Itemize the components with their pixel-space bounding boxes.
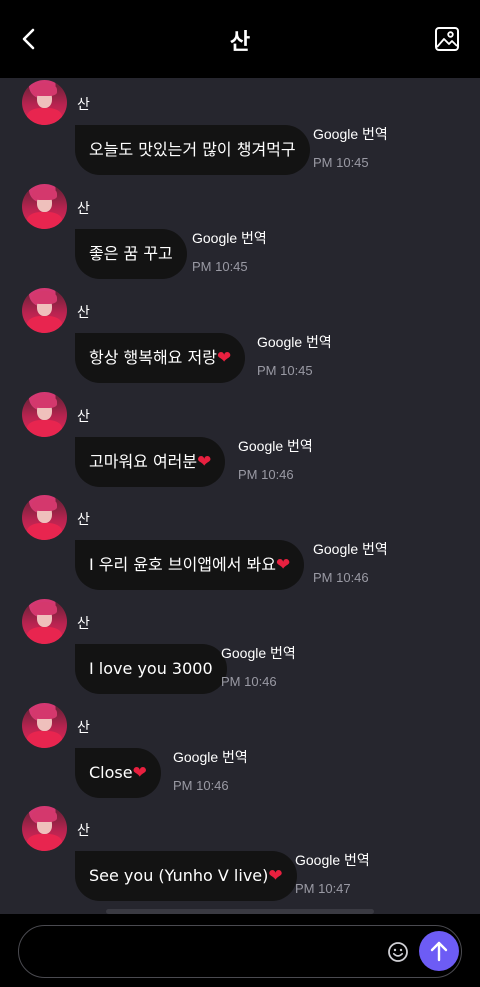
gallery-button[interactable]	[434, 26, 460, 52]
message-item: 산 좋은 꿈 꾸고 Google 번역 PM 10:45	[0, 184, 480, 288]
message-bubble[interactable]: Close❤	[75, 748, 161, 798]
message-item: 산 I love you 3000 Google 번역 PM 10:46	[0, 599, 480, 703]
message-input-box[interactable]	[18, 925, 462, 978]
heart-icon: ❤	[197, 452, 212, 472]
message-item: 산 고마워요 여러분❤ Google 번역 PM 10:46	[0, 392, 480, 496]
message-bubble[interactable]: I love you 3000	[75, 644, 227, 694]
message-item: 산 항상 행복해요 저랑❤ Google 번역 PM 10:45	[0, 288, 480, 392]
message-time: PM 10:46	[221, 674, 277, 689]
message-text: 오늘도 맛있는거 많이 챙겨먹구	[89, 140, 296, 159]
send-button[interactable]	[419, 931, 459, 971]
avatar[interactable]	[22, 80, 67, 125]
sender-name: 산	[77, 201, 90, 217]
google-translate-link[interactable]: Google 번역	[295, 850, 370, 870]
google-translate-link[interactable]: Google 번역	[173, 747, 248, 767]
message-text: Close	[89, 763, 133, 782]
avatar[interactable]	[22, 288, 67, 333]
message-item: 산 Close❤ Google 번역 PM 10:46	[0, 703, 480, 807]
message-time: PM 10:45	[257, 363, 313, 378]
message-text: 고마워요 여러분	[89, 452, 198, 471]
heart-icon: ❤	[216, 348, 232, 368]
google-translate-link[interactable]: Google 번역	[313, 539, 388, 559]
message-time: PM 10:45	[313, 155, 369, 170]
sender-name: 산	[77, 512, 90, 528]
message-text: 항상 행복해요 저랑	[89, 348, 217, 367]
message-bubble[interactable]: See you (Yunho V live)❤	[75, 851, 297, 901]
avatar[interactable]	[22, 703, 67, 748]
message-bubble[interactable]: 고마워요 여러분❤	[75, 437, 226, 487]
message-time: PM 10:45	[192, 259, 248, 274]
message-text: 좋은 꿈 꾸고	[89, 244, 173, 263]
chat-header: 산	[0, 0, 480, 78]
avatar[interactable]	[22, 184, 67, 229]
image-gallery-icon	[435, 27, 459, 51]
composer-bar	[0, 914, 480, 987]
chat-title: 산	[229, 30, 251, 55]
message-time: PM 10:47	[295, 881, 351, 896]
google-translate-link[interactable]: Google 번역	[238, 436, 313, 456]
sender-name: 산	[77, 97, 90, 113]
avatar[interactable]	[22, 495, 67, 540]
sender-name: 산	[77, 823, 90, 839]
heart-icon: ❤	[268, 866, 283, 886]
sender-name: 산	[77, 720, 90, 736]
message-time: PM 10:46	[313, 570, 369, 585]
avatar[interactable]	[22, 806, 67, 851]
message-time: PM 10:46	[173, 778, 229, 793]
avatar[interactable]	[22, 599, 67, 644]
sender-name: 산	[77, 616, 90, 632]
message-bubble[interactable]: 항상 행복해요 저랑❤	[75, 333, 246, 383]
message-item: 산 See you (Yunho V live)❤ Google 번역 PM 1…	[0, 806, 480, 910]
emoji-button[interactable]	[387, 941, 409, 963]
message-time: PM 10:46	[238, 467, 294, 482]
arrow-up-icon	[430, 941, 448, 962]
avatar[interactable]	[22, 392, 67, 437]
smiley-icon	[388, 942, 408, 962]
message-bubble[interactable]: 좋은 꿈 꾸고	[75, 229, 187, 279]
message-text: I love you 3000	[89, 659, 213, 678]
heart-icon: ❤	[132, 763, 147, 783]
message-bubble[interactable]: 오늘도 맛있는거 많이 챙겨먹구	[75, 125, 310, 175]
message-text: I 우리 윤호 브이앱에서 봐요	[89, 555, 276, 574]
message-input[interactable]	[35, 934, 375, 970]
google-translate-link[interactable]: Google 번역	[221, 643, 296, 663]
heart-icon: ❤	[275, 555, 291, 575]
google-translate-link[interactable]: Google 번역	[257, 332, 332, 352]
sender-name: 산	[77, 409, 90, 425]
message-text: See you (Yunho V live)	[89, 866, 269, 885]
message-item: 산 I 우리 윤호 브이앱에서 봐요❤ Google 번역 PM 10:46	[0, 495, 480, 599]
sender-name: 산	[77, 305, 90, 321]
google-translate-link[interactable]: Google 번역	[313, 124, 388, 144]
message-item: 산 오늘도 맛있는거 많이 챙겨먹구 Google 번역 PM 10:45	[0, 80, 480, 184]
message-bubble[interactable]: I 우리 윤호 브이앱에서 봐요❤	[75, 540, 305, 590]
google-translate-link[interactable]: Google 번역	[192, 228, 267, 248]
